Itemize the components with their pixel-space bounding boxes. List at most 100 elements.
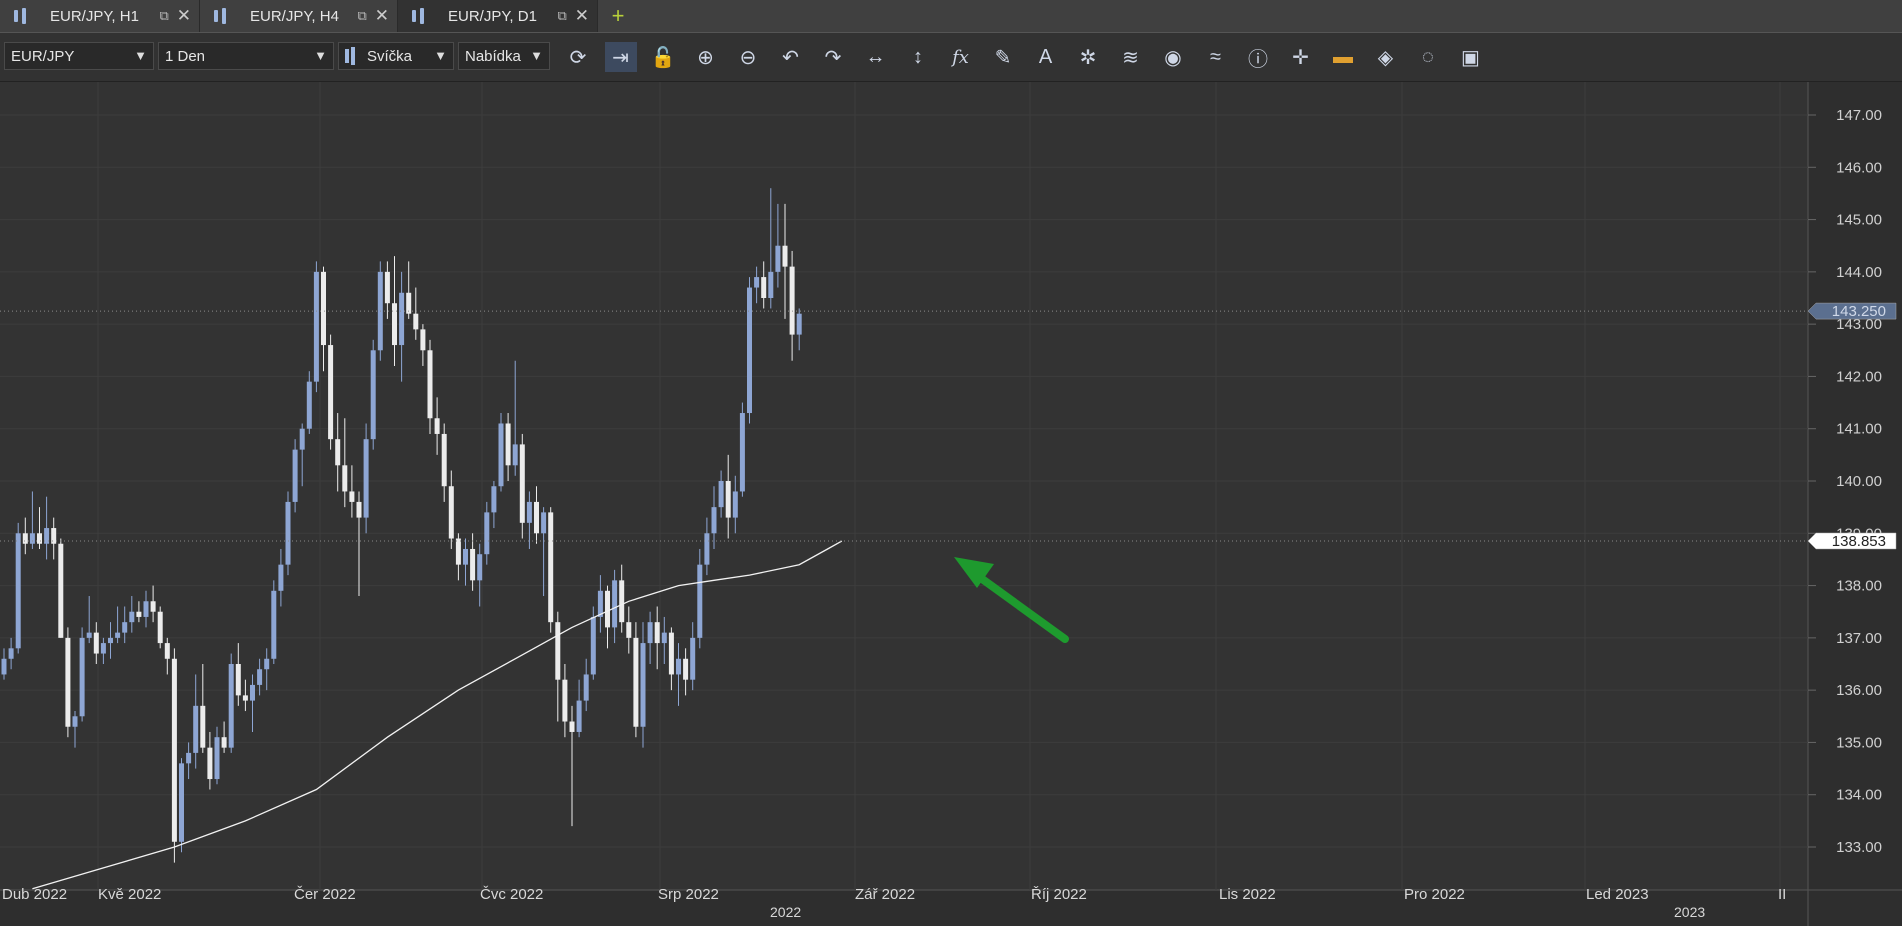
candle-body <box>15 533 21 649</box>
candle-body <box>477 554 483 581</box>
candle-body <box>640 643 646 727</box>
close-icon[interactable]: ✕ <box>375 6 389 26</box>
save-icon[interactable]: ▣ <box>1455 42 1487 72</box>
candle-body <box>697 564 703 638</box>
candle-body <box>725 481 731 518</box>
close-icon[interactable]: ✕ <box>575 6 589 26</box>
candle-body <box>242 695 248 701</box>
candle-body <box>626 622 632 638</box>
detach-icon[interactable]: ⧉ <box>557 8 566 24</box>
candle-body <box>796 313 802 335</box>
candle-body <box>228 664 234 748</box>
month-label: Zář 2022 <box>855 886 916 903</box>
instrument-select[interactable]: EUR/JPY ▼ <box>4 42 154 70</box>
close-icon[interactable]: ✕ <box>177 6 191 26</box>
unlock-icon[interactable]: 🔓 <box>647 42 679 72</box>
month-label: Čer 2022 <box>294 886 356 903</box>
tab-label: EUR/JPY, H1 <box>50 7 139 25</box>
candle-body <box>328 345 334 440</box>
candle-body <box>129 611 135 623</box>
candle-body <box>484 512 490 555</box>
detach-icon[interactable]: ⧉ <box>159 8 168 24</box>
candle-body <box>285 501 291 565</box>
zoom-in-icon[interactable]: ⊕ <box>690 42 722 72</box>
chevron-down-icon: ▼ <box>434 48 447 63</box>
candle-body <box>413 313 419 330</box>
vertical-stretch-icon[interactable]: ↕ <box>902 42 934 72</box>
layers-icon[interactable]: ≋ <box>1115 42 1147 72</box>
paint-bucket-icon[interactable]: ◈ <box>1370 42 1402 72</box>
candle-body <box>498 423 504 487</box>
info-icon[interactable]: ⓘ <box>1242 42 1274 72</box>
chevron-down-icon: ▼ <box>530 48 543 63</box>
price-label: 147.00 <box>1836 107 1882 124</box>
eye-icon[interactable]: ◉ <box>1157 42 1189 72</box>
candle-body <box>363 439 369 518</box>
price-chart[interactable]: 147.00146.00145.00144.00143.00142.00141.… <box>0 82 1902 926</box>
candle-body <box>569 721 575 732</box>
redo-icon[interactable]: ↷ <box>817 42 849 72</box>
candle-body <box>93 632 99 654</box>
candle-body <box>392 303 397 346</box>
period-value: 1 Den <box>165 47 206 65</box>
price-side-select[interactable]: Nabídka ▼ <box>458 42 550 70</box>
shift-chart-icon[interactable]: ⇥ <box>604 42 637 72</box>
candle-body <box>313 271 319 382</box>
candle-body <box>86 632 92 638</box>
candle-body <box>768 271 774 298</box>
chart-type-select[interactable]: Svíčka ▼ <box>338 42 454 70</box>
candle-body <box>342 465 348 492</box>
reset-icon[interactable]: ◌ <box>1412 42 1444 72</box>
detach-icon[interactable]: ⧉ <box>357 8 366 24</box>
tab-eurjpy-h4[interactable]: EUR/JPY, H4 ⧉ ✕ <box>200 0 398 32</box>
undo-icon[interactable]: ↶ <box>775 42 807 72</box>
horizontal-stretch-icon[interactable]: ↔ <box>860 42 892 72</box>
candle-body <box>491 486 497 513</box>
price-label: 136.00 <box>1836 682 1882 699</box>
candlestick-icon <box>345 49 349 63</box>
zoom-out-icon[interactable]: ⊖ <box>732 42 764 72</box>
candle-body <box>711 507 717 534</box>
crosshair-icon[interactable]: ✛ <box>1285 42 1317 72</box>
tab-eurjpy-d1[interactable]: EUR/JPY, D1 ⧉ ✕ <box>398 0 598 32</box>
indicator-fx-icon[interactable]: fx <box>945 42 977 72</box>
pattern-icon[interactable]: ✲ <box>1072 42 1104 72</box>
candle-body <box>356 501 362 518</box>
tab-label: EUR/JPY, H4 <box>250 7 339 25</box>
candle-body <box>321 271 326 346</box>
new-chart-icon[interactable]: + <box>604 3 632 29</box>
candle-body <box>115 632 121 638</box>
candle-body <box>264 658 270 670</box>
candle-body <box>583 674 589 701</box>
candle-body <box>65 637 71 727</box>
refresh-icon[interactable]: ⟳ <box>562 42 594 72</box>
month-label: Říj 2022 <box>1031 886 1087 903</box>
color-bar-icon[interactable]: ▬ <box>1327 42 1359 72</box>
candle-body <box>761 277 767 298</box>
candle-body <box>306 381 312 429</box>
candle-body <box>782 245 788 267</box>
candle-body <box>108 637 113 644</box>
candle-body <box>257 669 263 685</box>
tab-eurjpy-h1[interactable]: EUR/JPY, H1 ⧉ ✕ <box>0 0 200 32</box>
price-label: 134.00 <box>1836 787 1882 804</box>
candle-body <box>548 512 554 623</box>
tab-bar: EUR/JPY, H1 ⧉ ✕ EUR/JPY, H4 ⧉ ✕ EUR/JPY,… <box>0 0 1902 33</box>
price-side-value: Nabídka <box>465 47 521 65</box>
text-tool-icon[interactable]: A <box>1030 42 1062 72</box>
price-label: 141.00 <box>1836 421 1882 438</box>
candle-body <box>406 292 412 314</box>
period-select[interactable]: 1 Den ▼ <box>158 42 334 70</box>
price-label: 142.00 <box>1836 368 1882 385</box>
price-label: 145.00 <box>1836 212 1882 229</box>
candle-body <box>441 433 447 487</box>
current-price-label: 143.250 <box>1832 303 1886 320</box>
candle-body <box>271 590 277 659</box>
price-label: 146.00 <box>1836 159 1882 176</box>
candle-body <box>193 705 199 753</box>
pencil-icon[interactable]: ✎ <box>987 42 1019 72</box>
candle-body <box>470 548 476 581</box>
candle-body <box>171 658 177 842</box>
compare-icon[interactable]: ≈ <box>1200 42 1232 72</box>
candle-body <box>590 616 596 675</box>
